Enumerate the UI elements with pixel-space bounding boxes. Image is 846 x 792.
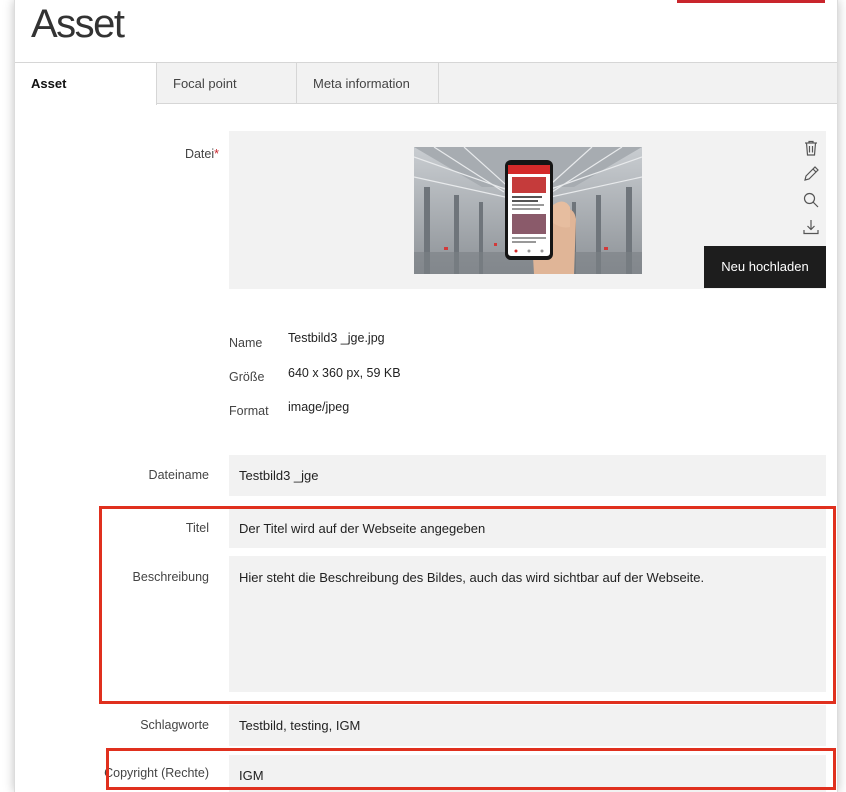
pencil-icon[interactable]	[802, 165, 820, 183]
name-value: Testbild3 _jge.jpg	[288, 331, 385, 345]
tab-asset[interactable]: Asset	[15, 63, 157, 105]
copyright-field[interactable]: IGM	[229, 755, 826, 792]
image-thumbnail[interactable]	[414, 147, 642, 274]
file-label: Datei*	[115, 147, 219, 161]
keywords-field[interactable]: Testbild, testing, IGM	[229, 705, 826, 746]
download-icon[interactable]	[802, 218, 820, 236]
filename-label: Dateiname	[148, 468, 209, 482]
description-label: Beschreibung	[132, 570, 209, 584]
tab-meta-information[interactable]: Meta information	[297, 63, 439, 104]
file-label-text: Datei	[184, 147, 215, 161]
search-icon[interactable]	[802, 191, 820, 209]
title-label: Titel	[185, 521, 209, 535]
required-mark: *	[214, 147, 219, 161]
keywords-label: Schlagworte	[140, 718, 209, 732]
asset-editor-window: Asset Asset Focal point Meta information…	[14, 0, 838, 792]
description-field[interactable]: Hier steht die Beschreibung des Bildes, …	[229, 556, 826, 692]
name-key: Name	[229, 336, 263, 350]
size-key: Größe	[229, 370, 265, 384]
file-preview: Neu hochladen	[229, 131, 826, 289]
page-title: Asset	[31, 2, 125, 46]
top-accent-bar	[677, 0, 825, 3]
copyright-label: Copyright (Rechte)	[104, 766, 209, 780]
tab-bar: Asset Focal point Meta information	[15, 62, 837, 105]
trash-icon[interactable]	[802, 139, 820, 157]
reupload-button[interactable]: Neu hochladen	[704, 246, 826, 288]
format-key: Format	[229, 404, 269, 418]
title-field[interactable]: Der Titel wird auf der Webseite angegebe…	[229, 508, 826, 548]
format-value: image/jpeg	[288, 400, 350, 414]
filename-field[interactable]: Testbild3 _jge	[229, 455, 826, 496]
tab-focal-point[interactable]: Focal point	[157, 63, 297, 104]
size-value: 640 x 360 px, 59 KB	[288, 366, 401, 380]
